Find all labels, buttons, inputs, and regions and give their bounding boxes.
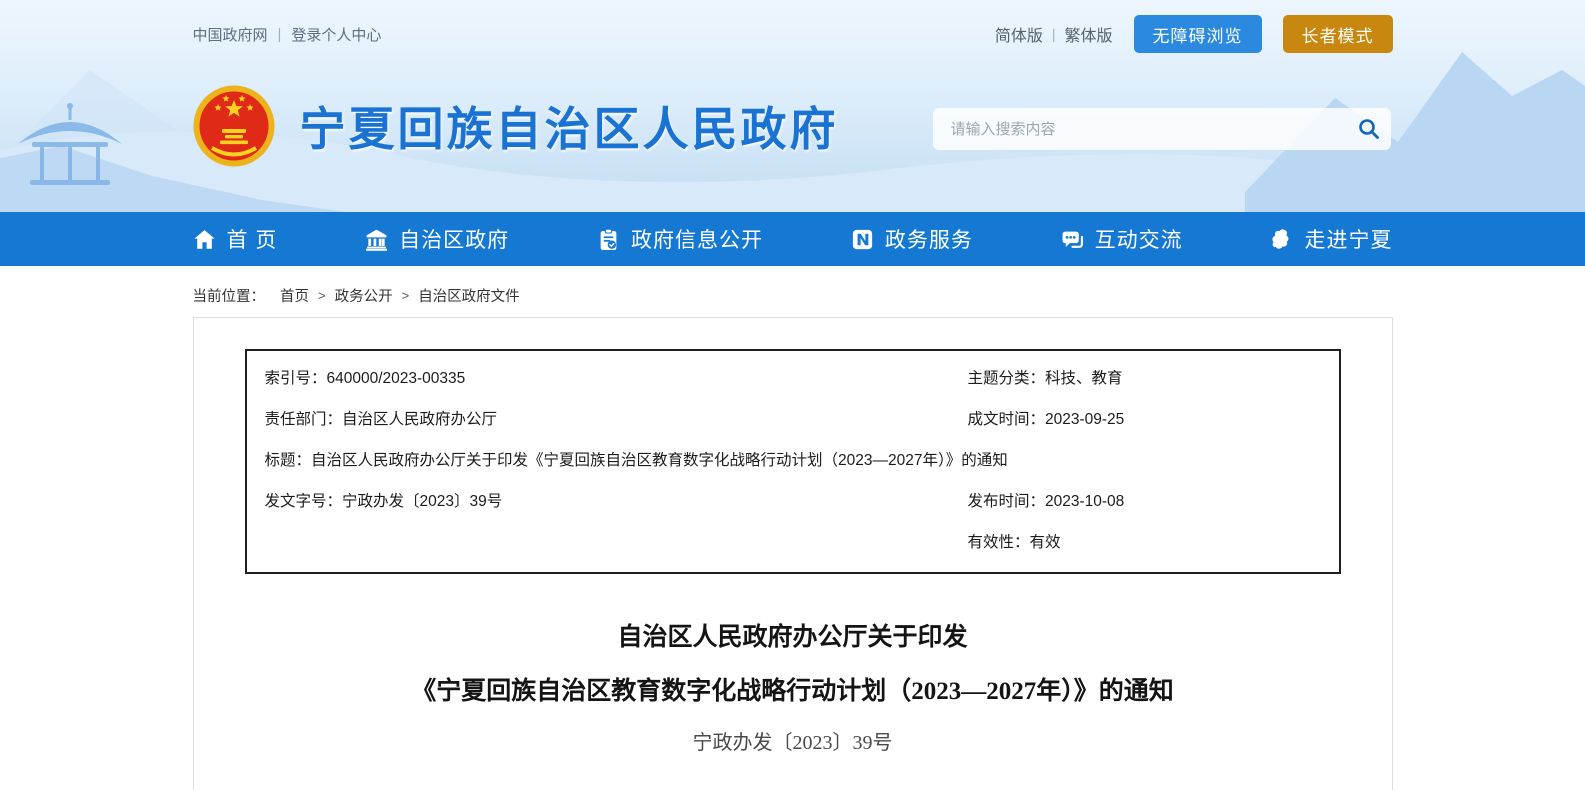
field-value: 2023-10-08	[1045, 493, 1124, 510]
doc-topic-category: 主题分类：科技、教育	[950, 358, 1339, 399]
nav-label: 走进宁夏	[1304, 224, 1392, 254]
doc-responsible-department: 责任部门：自治区人民政府办公厅	[247, 399, 950, 440]
field-label: 成文时间：	[968, 411, 1046, 428]
field-value: 自治区人民政府办公厅关于印发《宁夏回族自治区教育数字化战略行动计划（2023—2…	[311, 452, 1008, 469]
topbar-links-right: 简体版 | 繁体版 无障碍浏览 长者模式	[995, 15, 1393, 53]
article-doc-number: 宁政办发〔2023〕39号	[194, 733, 1392, 753]
nav-label: 首 页	[227, 224, 278, 254]
main-navigation: 首 页 自治区政府 政府信息公开	[0, 212, 1585, 266]
main-content: 当前位置： 首页 > 政务公开 > 自治区政府文件 索引号：640000/202…	[193, 285, 1393, 790]
doc-index-number: 索引号：640000/2023-00335	[247, 358, 950, 399]
nav-label: 自治区政府	[399, 224, 509, 254]
language-switcher: 简体版 | 繁体版	[995, 22, 1113, 46]
government-building-icon	[365, 228, 388, 251]
accessibility-button[interactable]: 无障碍浏览	[1134, 15, 1262, 53]
site-title: 宁夏回族自治区人民政府	[300, 93, 839, 159]
field-label: 发文字号：	[265, 493, 343, 510]
field-value: 640000/2023-00335	[327, 370, 466, 387]
field-value: 2023-09-25	[1045, 411, 1124, 428]
separator: |	[1052, 26, 1056, 42]
field-label: 主题分类：	[968, 370, 1046, 387]
field-label: 责任部门：	[265, 411, 343, 428]
elder-mode-button[interactable]: 长者模式	[1283, 15, 1393, 53]
breadcrumb-item-home[interactable]: 首页	[280, 285, 309, 306]
search-box	[933, 108, 1391, 150]
nav-label: 政务服务	[885, 224, 973, 254]
article-title-line1: 自治区人民政府办公厅关于印发	[194, 625, 1392, 650]
doc-validity: 有效性：有效	[950, 522, 1339, 563]
breadcrumb: 当前位置： 首页 > 政务公开 > 自治区政府文件	[193, 285, 1393, 306]
traditional-chinese-link[interactable]: 繁体版	[1064, 22, 1112, 46]
breadcrumb-separator: >	[318, 288, 326, 303]
breadcrumb-item-gov-documents[interactable]: 自治区政府文件	[418, 285, 520, 306]
doc-number-field: 发文字号：宁政办发〔2023〕39号	[247, 481, 950, 522]
national-emblem-icon	[193, 85, 275, 167]
field-label: 标题：	[265, 452, 312, 469]
field-value: 有效	[1030, 534, 1061, 551]
article-title-line2: 《宁夏回族自治区教育数字化战略行动计划（2023—2027年）》的通知	[194, 679, 1392, 704]
site-logo-link[interactable]: 宁夏回族自治区人民政府	[193, 85, 839, 167]
nav-item-home[interactable]: 首 页	[193, 212, 278, 266]
search-icon	[1357, 117, 1381, 141]
topbar-links-left: 中国政府网 | 登录个人中心	[193, 24, 382, 45]
site-header: 中国政府网 | 登录个人中心 简体版 | 繁体版 无障碍浏览 长者模式	[0, 0, 1585, 212]
field-value: 科技、教育	[1045, 370, 1123, 387]
interaction-chat-icon	[1061, 228, 1084, 251]
home-icon	[193, 228, 216, 251]
nav-item-regional-government[interactable]: 自治区政府	[365, 212, 509, 266]
search-input[interactable]	[933, 108, 1347, 150]
info-disclosure-icon	[597, 228, 620, 251]
article: 自治区人民政府办公厅关于印发 《宁夏回族自治区教育数字化战略行动计划（2023—…	[194, 625, 1392, 753]
breadcrumb-item-disclosure[interactable]: 政务公开	[335, 285, 393, 306]
separator: |	[278, 26, 282, 43]
login-link[interactable]: 登录个人中心	[291, 24, 381, 45]
simplified-chinese-link[interactable]: 简体版	[995, 22, 1043, 46]
nav-item-info-disclosure[interactable]: 政府信息公开	[597, 212, 763, 266]
breadcrumb-separator: >	[402, 288, 410, 303]
breadcrumb-label: 当前位置：	[193, 285, 266, 306]
nav-item-interaction[interactable]: 互动交流	[1061, 212, 1183, 266]
field-label: 发布时间：	[968, 493, 1046, 510]
field-value: 自治区人民政府办公厅	[342, 411, 497, 428]
nav-label: 互动交流	[1095, 224, 1183, 254]
field-label: 有效性：	[968, 534, 1030, 551]
services-n-icon	[851, 228, 874, 251]
search-button[interactable]	[1347, 108, 1391, 150]
doc-written-date: 成文时间：2023-09-25	[950, 399, 1339, 440]
topbar: 中国政府网 | 登录个人中心 简体版 | 繁体版 无障碍浏览 长者模式	[193, 0, 1393, 53]
field-label: 索引号：	[265, 370, 327, 387]
nav-item-gov-services[interactable]: 政务服务	[851, 212, 973, 266]
doc-empty-cell	[247, 522, 950, 563]
nav-item-about-ningxia[interactable]: 走进宁夏	[1270, 212, 1392, 266]
doc-title-field: 标题：自治区人民政府办公厅关于印发《宁夏回族自治区教育数字化战略行动计划（202…	[247, 440, 1339, 481]
document-panel: 索引号：640000/2023-00335 主题分类：科技、教育 责任部门：自治…	[193, 317, 1393, 790]
gov-portal-link[interactable]: 中国政府网	[193, 24, 268, 45]
nav-label: 政府信息公开	[631, 224, 763, 254]
document-metadata-table: 索引号：640000/2023-00335 主题分类：科技、教育 责任部门：自治…	[245, 349, 1341, 574]
doc-publish-date: 发布时间：2023-10-08	[950, 481, 1339, 522]
field-value: 宁政办发〔2023〕39号	[342, 493, 502, 510]
ningxia-map-icon	[1270, 228, 1293, 251]
